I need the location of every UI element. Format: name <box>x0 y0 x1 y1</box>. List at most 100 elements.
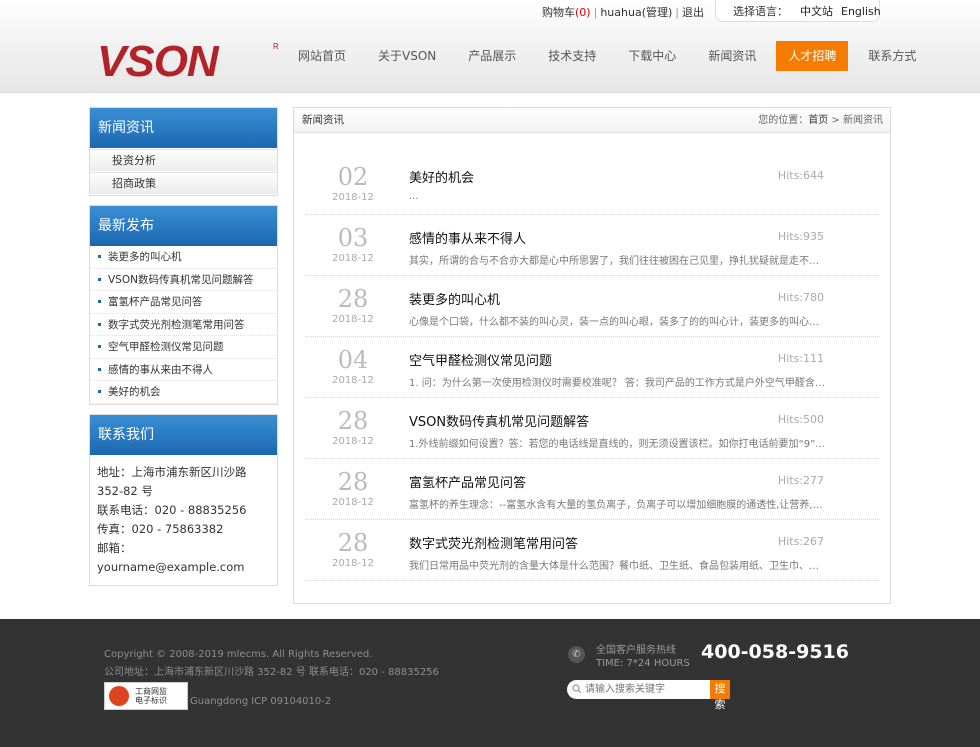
news-summary: 我们日常用品中荧光剂的含量大体是什么范围？餐巾纸、卫生纸、食品包装用纸、卫生巾、… <box>409 561 825 572</box>
nav-item[interactable]: 网站首页 <box>282 41 362 71</box>
news-category-box: 新闻资讯 投资分析 招商政策 <box>89 107 278 196</box>
language-label: 选择语言： <box>733 5 788 18</box>
svg-text:R: R <box>273 42 279 51</box>
site-header: 购物车(0) | huahua(管理) | 退出 选择语言： 中文站 English VSO… <box>0 0 980 93</box>
search-input[interactable] <box>567 680 710 699</box>
hotline-label: 全国客户服务热线 <box>596 645 676 656</box>
breadcrumb-home-link[interactable]: 首页 <box>808 115 828 126</box>
news-item: 28 2018-12 富氢杯产品常见问答 富氢杯的养生理念：--富氢水含有大量的氢负离… <box>306 459 880 520</box>
site-footer: Copyright © 2008-2019 mlecms. All Rights… <box>0 619 980 747</box>
news-list: 02 2018-12 美好的机会... Hits:644 03 2018-12 感情的事从来… <box>306 154 880 581</box>
recent-item-link[interactable]: 装更多的叫心机 <box>90 246 277 269</box>
recent-title: 最新发布 <box>90 206 277 246</box>
news-date-month: 2018-12 <box>332 314 374 325</box>
hotline-label-block: 全国客户服务热线 TIME: 7*24 HOURS <box>596 644 690 670</box>
breadcrumb-separator: > <box>831 115 840 126</box>
sidebar: 新闻资讯 投资分析 招商政策 最新发布 装更多的叫心机 VSON数码传真机常见问题解… <box>89 107 278 595</box>
nav-item[interactable]: 产品展示 <box>452 41 532 71</box>
news-item: 04 2018-12 空气甲醛检测仪常见问题 1. 问：为什么第一次使用检测仪时需要校… <box>306 337 880 398</box>
recent-item-link[interactable]: 空气甲醛检测仪常见问题 <box>90 336 277 359</box>
news-date-month: 2018-12 <box>332 436 374 447</box>
news-date-day: 28 <box>337 407 369 435</box>
contact-title: 联系我们 <box>90 414 277 455</box>
recent-list: 装更多的叫心机 VSON数码传真机常见问题解答 富氢杯产品常见问答 数字式荧光剂检测笔… <box>90 246 277 404</box>
recent-item-link[interactable]: 感情的事从来由不得人 <box>90 359 277 381</box>
recent-box: 最新发布 装更多的叫心机 VSON数码传真机常见问题解答 富氢杯产品常见问答 数字式荧… <box>89 205 278 405</box>
phone-icon: ✆ <box>568 646 585 663</box>
user-bar: 购物车(0) | huahua(管理) | 退出 <box>542 4 704 20</box>
nav-item[interactable]: 人才招聘 <box>776 41 849 71</box>
hotline-number: 400-058-9516 <box>701 641 849 663</box>
vson-logo[interactable]: VSON R <box>97 40 287 80</box>
news-summary: 心像是个口袋，什么都不装的叫心灵，装一点的叫心眼，装多了的的叫心计，装更多的叫心… <box>409 317 825 328</box>
news-date-day: 28 <box>337 468 369 496</box>
main-nav: 网站首页 关于VSON 产品展示 技术支持 下载中心 新闻资讯 人才招聘 联系方式 <box>282 41 932 71</box>
news-hits: Hits:500 <box>777 413 824 426</box>
news-date-day: 28 <box>337 285 369 313</box>
news-item: 28 2018-12 VSON数码传真机常见问题解答 1.外线前缀如何设置？答：若您的… <box>306 398 880 459</box>
cart-label: 购物车 <box>542 6 576 19</box>
recent-item-link[interactable]: 数字式荧光剂检测笔常用问答 <box>90 314 277 336</box>
breadcrumb-prefix: 您的位置： <box>758 115 809 126</box>
hotline-hours: TIME: 7*24 HOURS <box>596 658 690 669</box>
news-category-list: 投资分析 招商政策 <box>90 149 277 194</box>
cart-count: (0) <box>575 6 591 19</box>
news-summary: ... <box>409 191 419 202</box>
news-item: 28 2018-12 数字式荧光剂检测笔常用问答 我们日常用品中荧光剂的含量大体是什么… <box>306 520 880 581</box>
logo-text: VSON <box>97 40 220 80</box>
news-date-day: 04 <box>337 346 369 374</box>
nav-item[interactable]: 关于VSON <box>362 41 452 71</box>
copyright: Copyright © 2008-2019 mlecms. All Rights… <box>104 649 373 660</box>
divider: | <box>675 6 679 19</box>
nav-item[interactable]: 下载中心 <box>612 41 692 71</box>
news-hits: Hits:111 <box>777 352 824 365</box>
news-hits: Hits:780 <box>777 291 824 304</box>
breadcrumb: 您的位置：首页 > 新闻资讯 <box>758 108 883 133</box>
news-hits: Hits:935 <box>777 230 824 243</box>
lang-english-link[interactable]: English <box>841 5 881 18</box>
news-title-link[interactable]: 数字式荧光剂检测笔常用问答 <box>409 533 578 552</box>
nav-item[interactable]: 技术支持 <box>532 41 612 71</box>
user-link[interactable]: huahua(管理) <box>600 6 672 19</box>
top-bar: 购物车(0) | huahua(管理) | 退出 选择语言： 中文站 English <box>0 0 980 24</box>
recent-item-link[interactable]: VSON数码传真机常见问题解答 <box>90 269 277 291</box>
badge-line1: 工商网监 <box>135 687 167 696</box>
recent-item-link[interactable]: 富氢杯产品常见问答 <box>90 291 277 314</box>
panel-header: 新闻资讯 您的位置：首页 > 新闻资讯 <box>294 108 890 133</box>
footer-address: 公司地址：上海市浦东新区川沙路 352-82 号 联系电话：020 - 8883… <box>104 667 439 678</box>
news-date-month: 2018-12 <box>332 558 374 569</box>
news-hits: Hits:277 <box>777 474 824 487</box>
nav-item[interactable]: 新闻资讯 <box>692 41 772 71</box>
news-title-link[interactable]: 美好的机会 <box>409 167 474 186</box>
divider: | <box>593 6 598 19</box>
news-date-day: 02 <box>337 163 369 191</box>
news-item: 28 2018-12 装更多的叫心机心像是个口袋，什么都不装的叫心灵，装一点的叫心眼… <box>306 276 880 337</box>
news-title-link[interactable]: 装更多的叫心机 <box>409 289 500 308</box>
news-title-link[interactable]: 感情的事从来不得人 <box>409 228 526 247</box>
search-button[interactable]: 搜 索 <box>710 680 730 711</box>
logout-link[interactable]: 退出 <box>682 6 704 19</box>
recent-item-link[interactable]: 美好的机会 <box>90 381 277 404</box>
contact-address: 地址：上海市浦东新区川沙路 352-82 号 <box>97 464 247 498</box>
footer-text: Copyright © 2008-2019 mlecms. All Rights… <box>104 646 439 682</box>
news-category-link[interactable]: 投资分析 <box>90 149 277 171</box>
news-title-link[interactable]: VSON数码传真机常见问题解答 <box>409 411 589 430</box>
news-hits: Hits:267 <box>777 535 824 548</box>
news-title-link[interactable]: 空气甲醛检测仪常见问题 <box>409 350 552 369</box>
business-license-badge[interactable]: 工商网监 电子标识 <box>104 682 188 710</box>
contact-box: 联系我们 地址：上海市浦东新区川沙路 352-82 号 联系电话：020 - 8… <box>89 413 278 586</box>
nav-item[interactable]: 联系方式 <box>852 41 932 71</box>
news-summary: 1.外线前缀如何设置？答：若您的电话线是直线的，则无须设置该栏。如你打电话前要加… <box>409 439 825 450</box>
contact-phone: 联系电话：020 - 88835256 <box>97 502 247 517</box>
news-date-month: 2018-12 <box>332 497 374 508</box>
lang-chinese-link[interactable]: 中文站 <box>800 5 833 18</box>
cart-link[interactable]: 购物车(0) <box>542 6 591 19</box>
contact-email: 邮箱：yourname@example.com <box>97 540 245 574</box>
contact-info: 地址：上海市浦东新区川沙路 352-82 号 联系电话：020 - 888352… <box>90 455 277 585</box>
footer-search: 搜 索 <box>567 680 730 711</box>
news-title-link[interactable]: 富氢杯产品常见问答 <box>409 472 526 491</box>
icp-number: Guangdong ICP 09104010-2 <box>190 696 332 707</box>
news-summary: 其实，所谓的合与不合亦大都是心中所思罢了，我们往往被困在己见里，挣扎犹疑就是走不… <box>409 256 825 267</box>
news-panel: 新闻资讯 您的位置：首页 > 新闻资讯 02 2018-12 美好的机会... Hit… <box>293 107 891 604</box>
news-category-link[interactable]: 招商政策 <box>90 172 277 194</box>
